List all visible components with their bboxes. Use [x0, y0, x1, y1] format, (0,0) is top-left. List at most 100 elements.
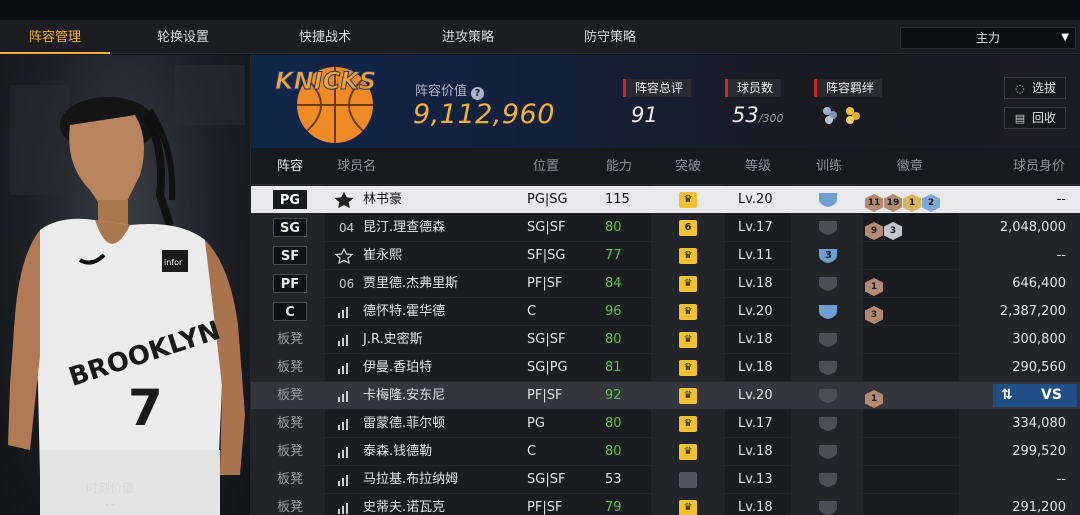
tab-lineup[interactable]: 阵容管理 — [0, 20, 110, 54]
badge-icon[interactable]: 9 — [865, 222, 883, 240]
badge-icon[interactable]: 1 — [865, 390, 883, 408]
training-shield-icon[interactable] — [818, 191, 838, 208]
col-training[interactable]: 训练 — [816, 148, 842, 185]
player-name[interactable]: 崔永熙 — [363, 242, 402, 270]
player-position: SG|SF — [527, 220, 566, 235]
breakthrough-icon[interactable]: ♛ — [679, 304, 697, 320]
table-row[interactable]: 板凳 卡梅隆.安东尼 PF|SF 92 ♛ Lv.20 1 ⇅ VS — [251, 382, 1080, 410]
col-ability[interactable]: 能力 — [606, 148, 632, 185]
player-count-value: 53 — [732, 103, 759, 127]
signal-rank-icon — [338, 475, 348, 486]
col-position[interactable]: 位置 — [533, 148, 559, 185]
knicks-logo: KNICKS — [275, 67, 377, 143]
badge-icon[interactable]: 3 — [884, 222, 902, 240]
tab-defense[interactable]: 防守策略 — [555, 20, 665, 54]
moment-value-label: 时刻价值 — [85, 481, 134, 495]
training-shield-icon[interactable] — [818, 499, 838, 515]
player-value: -- — [1056, 248, 1066, 263]
table-row[interactable]: 板凳 马拉基.布拉纳姆 SG|SF 53 Lv.13 -- — [251, 466, 1080, 494]
slot-bench: 板凳 — [277, 332, 304, 347]
player-level: Lv.18 — [738, 276, 773, 291]
table-row[interactable]: 板凳 雷蒙德.菲尔顿 PG 80 ♛ Lv.17 334,080 — [251, 410, 1080, 438]
rating-value: 91 — [631, 103, 658, 127]
player-level: Lv.20 — [738, 192, 773, 207]
table-row[interactable]: 板凳 泰森.钱德勒 C 80 ♛ Lv.18 299,520 — [251, 438, 1080, 466]
breakthrough-icon[interactable]: ♛ — [679, 360, 697, 376]
training-shield-icon[interactable] — [818, 443, 838, 460]
col-level[interactable]: 等级 — [745, 148, 771, 185]
player-name[interactable]: 泰森.钱德勒 — [363, 438, 432, 466]
player-name[interactable]: 雷蒙德.菲尔顿 — [363, 410, 445, 438]
player-position: SG|SF — [527, 332, 566, 347]
player-name[interactable]: 史蒂夫.诺瓦克 — [363, 494, 445, 515]
table-row[interactable]: 板凳 史蒂夫.诺瓦克 PF|SF 79 ♛ Lv.18 291,200 — [251, 494, 1080, 515]
player-position: PF|SF — [527, 388, 563, 403]
table-row[interactable]: C 德怀特.霍华德 C 96 ♛ Lv.20 3 2,387,200 — [251, 298, 1080, 326]
col-breakthrough[interactable]: 突破 — [675, 148, 701, 185]
badge-icon[interactable]: 3 — [865, 306, 883, 324]
player-name[interactable]: 贾里德.杰弗里斯 — [363, 270, 458, 298]
select-button[interactable]: ◌ 选拔 — [1004, 77, 1066, 99]
breakthrough-icon[interactable] — [679, 472, 697, 488]
training-shield-icon[interactable] — [818, 471, 838, 488]
recycle-button[interactable]: ▤ 回收 — [1004, 107, 1066, 129]
logo-text: KNICKS — [275, 67, 376, 95]
player-position: C — [527, 304, 537, 319]
training-shield-icon[interactable] — [818, 219, 838, 236]
badge-list: 1 — [865, 386, 884, 408]
player-ability: 79 — [605, 500, 622, 515]
col-name[interactable]: 球员名 — [337, 148, 376, 185]
breakthrough-icon[interactable]: ♛ — [679, 500, 697, 515]
col-badges[interactable]: 徽章 — [897, 148, 923, 185]
training-shield-icon[interactable] — [818, 331, 838, 348]
tab-quick-tactics[interactable]: 快捷战术 — [270, 20, 380, 54]
chemistry-icons[interactable] — [821, 105, 871, 125]
slot-bench: 板凳 — [277, 500, 304, 515]
table-row[interactable]: 板凳 J.R.史密斯 SG|SF 80 ♛ Lv.18 300,800 — [251, 326, 1080, 354]
training-shield-icon[interactable] — [818, 387, 838, 404]
training-shield-icon[interactable] — [818, 303, 838, 320]
table-row[interactable]: PG 林书豪 PG|SG 115 ♛ Lv.20 11 19 1 2 -- — [251, 186, 1080, 214]
breakthrough-icon[interactable]: ♛ — [679, 444, 697, 460]
player-name[interactable]: 德怀特.霍华德 — [363, 298, 445, 326]
player-name[interactable]: 卡梅隆.安东尼 — [363, 382, 445, 410]
player-name[interactable]: 昆汀.理查德森 — [363, 214, 445, 242]
training-shield-icon[interactable] — [818, 275, 838, 292]
training-shield-icon[interactable] — [818, 359, 838, 376]
breakthrough-icon[interactable]: ♛ — [679, 276, 697, 292]
badge-icon[interactable]: 11 — [865, 194, 883, 212]
breakthrough-icon[interactable]: ♛ — [679, 248, 697, 264]
table-row[interactable]: SF 崔永熙 SF|SG 77 ♛ Lv.11 3 -- — [251, 242, 1080, 270]
breakthrough-icon[interactable]: 6 — [679, 220, 697, 236]
breakthrough-icon[interactable]: ♛ — [679, 416, 697, 432]
rating-label: 阵容总评 — [623, 79, 692, 97]
lineup-dropdown[interactable]: 主力 ▼ — [900, 27, 1076, 49]
player-ability: 80 — [605, 332, 622, 347]
signal-rank-icon — [338, 363, 348, 374]
badge-icon[interactable]: 1 — [865, 278, 883, 296]
badge-icon[interactable]: 1 — [903, 194, 921, 212]
table-row[interactable]: SG 04 昆汀.理查德森 SG|SF 80 6 Lv.17 9 3 2,048,000 — [251, 214, 1080, 242]
player-name[interactable]: J.R.史密斯 — [363, 326, 423, 354]
breakthrough-icon[interactable]: ♛ — [679, 192, 697, 208]
signal-rank-icon — [338, 419, 348, 430]
team-value-label: 阵容价值? — [415, 80, 485, 100]
training-shield-icon[interactable] — [818, 415, 838, 432]
tab-rotation[interactable]: 轮换设置 — [128, 20, 238, 54]
moment-value: -- — [104, 497, 116, 513]
table-row[interactable]: PF 06 贾里德.杰弗里斯 PF|SF 84 ♛ Lv.18 1 646,400 — [251, 270, 1080, 298]
player-name[interactable]: 伊曼.香珀特 — [363, 354, 432, 382]
col-slot[interactable]: 阵容 — [277, 148, 303, 185]
breakthrough-icon[interactable]: ♛ — [679, 388, 697, 404]
badge-icon[interactable]: 19 — [884, 194, 902, 212]
compare-vs-button[interactable]: ⇅ VS — [993, 384, 1077, 407]
player-name[interactable]: 林书豪 — [363, 186, 402, 214]
player-value: 646,400 — [1012, 276, 1066, 291]
badge-icon[interactable]: 2 — [922, 194, 940, 212]
player-name[interactable]: 马拉基.布拉纳姆 — [363, 466, 458, 494]
breakthrough-icon[interactable]: ♛ — [679, 332, 697, 348]
tab-offense[interactable]: 进攻策略 — [413, 20, 523, 54]
badge-list: 1 — [865, 274, 884, 296]
table-row[interactable]: 板凳 伊曼.香珀特 SG|PG 81 ♛ Lv.18 290,560 — [251, 354, 1080, 382]
col-value[interactable]: 球员身价 — [1013, 148, 1065, 185]
